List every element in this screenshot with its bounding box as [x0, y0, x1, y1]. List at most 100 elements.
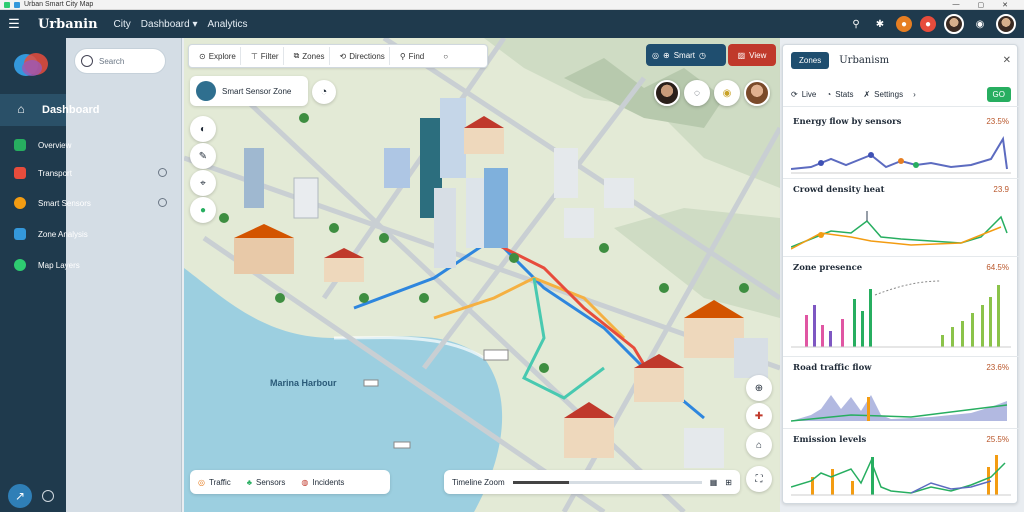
map-view-label: View	[749, 50, 767, 60]
target-icon: ⊙	[199, 51, 206, 61]
map-zoom-out[interactable]: ✚	[746, 403, 772, 429]
zones-icon	[14, 228, 26, 240]
topnav-dashboard[interactable]: Dashboard ▾	[141, 19, 198, 30]
layers-icon	[14, 259, 26, 271]
app-icon-2	[14, 1, 20, 8]
energy-line-chart[interactable]	[791, 129, 1011, 177]
camera-icon[interactable]: ◉	[972, 16, 988, 32]
chart-road-traffic: Road traffic flow 23.6%	[783, 359, 1019, 429]
timeline-slider[interactable]	[512, 480, 702, 484]
search-icon[interactable]: ⚲	[848, 16, 864, 32]
map-view-button[interactable]: ▨ View	[728, 44, 776, 66]
minimize-icon[interactable]: —	[953, 1, 960, 9]
map-toolbar: ⊙ Explore ⊤ Filter ⧉ Zones ⟲ Directions ⚲ Fin…	[188, 44, 488, 68]
map-fullscreen[interactable]: ⛶	[746, 466, 772, 492]
city-map[interactable]	[184, 38, 780, 512]
tab-settings[interactable]: ✗ Settings	[863, 90, 903, 99]
nav-item-label: Smart Sensors	[38, 198, 91, 208]
nav-item-active[interactable]: Dashboard	[0, 94, 122, 126]
help-icon[interactable]: ↗	[8, 484, 32, 508]
tab-label: Stats	[835, 90, 854, 99]
settings-icon[interactable]: ✱	[872, 16, 888, 32]
notifications-icon[interactable]: ●	[896, 16, 912, 32]
tool-label: Filter	[260, 51, 279, 61]
topnav-city[interactable]: City	[114, 19, 131, 30]
map-tool-measure[interactable]: ⌖	[190, 170, 216, 196]
draw-icon: ✎	[198, 150, 208, 162]
status-icon[interactable]	[42, 490, 54, 502]
nav-item-layers[interactable]: Map Layers	[14, 256, 80, 274]
map-sensor-button[interactable]: ◉	[714, 80, 740, 106]
nav-item-overview[interactable]: Overview	[14, 136, 71, 154]
nav-item-zones[interactable]: Zone Analysis	[14, 225, 88, 243]
topnav-analytics[interactable]: Analytics	[208, 19, 248, 30]
tool-directions[interactable]: ⟲ Directions	[336, 47, 390, 65]
nav-item-label: Map Layers	[38, 260, 80, 270]
map-locate[interactable]: ⌂	[746, 432, 772, 458]
crowd-line-chart[interactable]	[791, 197, 1011, 253]
chart-title: Road traffic flow	[793, 363, 872, 373]
chart-title: Crowd density heat	[793, 185, 885, 195]
tab-stats[interactable]: ◔ Stats	[826, 90, 853, 99]
chart-energy: Energy flow by sensors 23.5%	[783, 113, 1019, 179]
legend-incidents[interactable]: ◍ Incidents	[301, 478, 344, 487]
os-window-title: Urban Smart City Map	[24, 1, 94, 8]
nav-item-sensors[interactable]: Smart Sensors	[14, 194, 91, 212]
emission-combo-chart[interactable]	[791, 447, 1011, 499]
tool-label: Find	[408, 51, 425, 61]
tab-label: Settings	[874, 90, 904, 99]
close-window-icon[interactable]: ✕	[1002, 1, 1008, 9]
top-app-bar: ☰ Urbanin City Dashboard ▾ Analytics ⚲ ✱…	[0, 10, 1024, 38]
map-chat-button[interactable]: ◌	[684, 80, 710, 106]
user-avatar-1[interactable]	[944, 14, 964, 34]
sensors-icon	[14, 197, 26, 209]
grid-icon[interactable]: ⊞	[725, 478, 732, 487]
map-tool-draw[interactable]: ✎	[190, 143, 216, 169]
legend-sensors[interactable]: ♣ Sensors	[247, 478, 286, 487]
tool-find[interactable]: ⚲ Find ○	[396, 47, 452, 65]
map-tool-layer[interactable]: ◐	[190, 116, 216, 142]
chart-title: Emission levels	[793, 435, 867, 445]
nav-item-transport[interactable]: Transport	[14, 164, 72, 182]
chart-zone-presence: Zone presence 64.5%	[783, 259, 1019, 357]
map-location-card[interactable]: Smart Sensor Zone	[190, 76, 308, 106]
traffic-area-chart[interactable]	[791, 375, 1011, 425]
nav-item-label: Transport	[38, 168, 72, 178]
search-icon: ⚲	[399, 51, 406, 61]
tool-zones[interactable]: ⧉ Zones	[290, 47, 330, 65]
sensors-toggle[interactable]	[158, 198, 167, 207]
zone-bar-chart[interactable]	[791, 275, 1011, 353]
tab-go-button[interactable]: GO	[986, 87, 1011, 102]
calendar-icon[interactable]: ▦	[710, 478, 718, 487]
nav-panel: Search Dashboard Overview Transport Smar…	[14, 38, 182, 512]
map-canvas[interactable]	[184, 38, 780, 512]
tool-explore[interactable]: ⊙ Explore	[195, 47, 241, 65]
map-tool-marker[interactable]: ●	[190, 197, 216, 223]
tool-label: Zones	[302, 51, 325, 61]
hamburger-menu-icon[interactable]: ☰	[0, 16, 28, 32]
search-magnifier-icon	[81, 55, 93, 67]
map-zoom-in[interactable]: ⊕	[746, 375, 772, 401]
tab-live[interactable]: ⟳ Live	[791, 90, 816, 99]
traffic-icon: ◎	[198, 477, 205, 487]
map-timeline-bar: Timeline Zoom ▦ ⊞	[444, 470, 740, 494]
panel-zones-button[interactable]: Zones	[791, 51, 830, 69]
maximize-icon[interactable]: ▢	[978, 1, 985, 9]
nav-search-input[interactable]: Search	[74, 48, 166, 74]
tool-filter[interactable]: ⊤ Filter	[247, 47, 284, 65]
zoom-in-icon: ⊕	[754, 382, 764, 394]
alert-icon[interactable]: ●	[920, 16, 936, 32]
topbar-actions: ⚲ ✱ ● ● ◉	[848, 14, 1024, 34]
map-user-avatar-1[interactable]	[654, 80, 680, 106]
user-avatar-2[interactable]	[996, 14, 1016, 34]
map-mode-button[interactable]: ◎ ⊕ Smart ◷	[646, 44, 726, 66]
refresh-icon: ⟳	[791, 90, 798, 99]
map-view-icon: ▨	[737, 50, 746, 60]
transport-toggle[interactable]	[158, 168, 167, 177]
legend-traffic[interactable]: ◎ Traffic	[198, 478, 231, 487]
chart-crowd: Crowd density heat 23.9	[783, 181, 1019, 257]
location-go-button[interactable]: ◔	[312, 80, 336, 104]
close-icon[interactable]: ✕	[1003, 55, 1011, 66]
chart-title: Energy flow by sensors	[793, 117, 902, 127]
map-user-avatar-2[interactable]	[744, 80, 770, 106]
